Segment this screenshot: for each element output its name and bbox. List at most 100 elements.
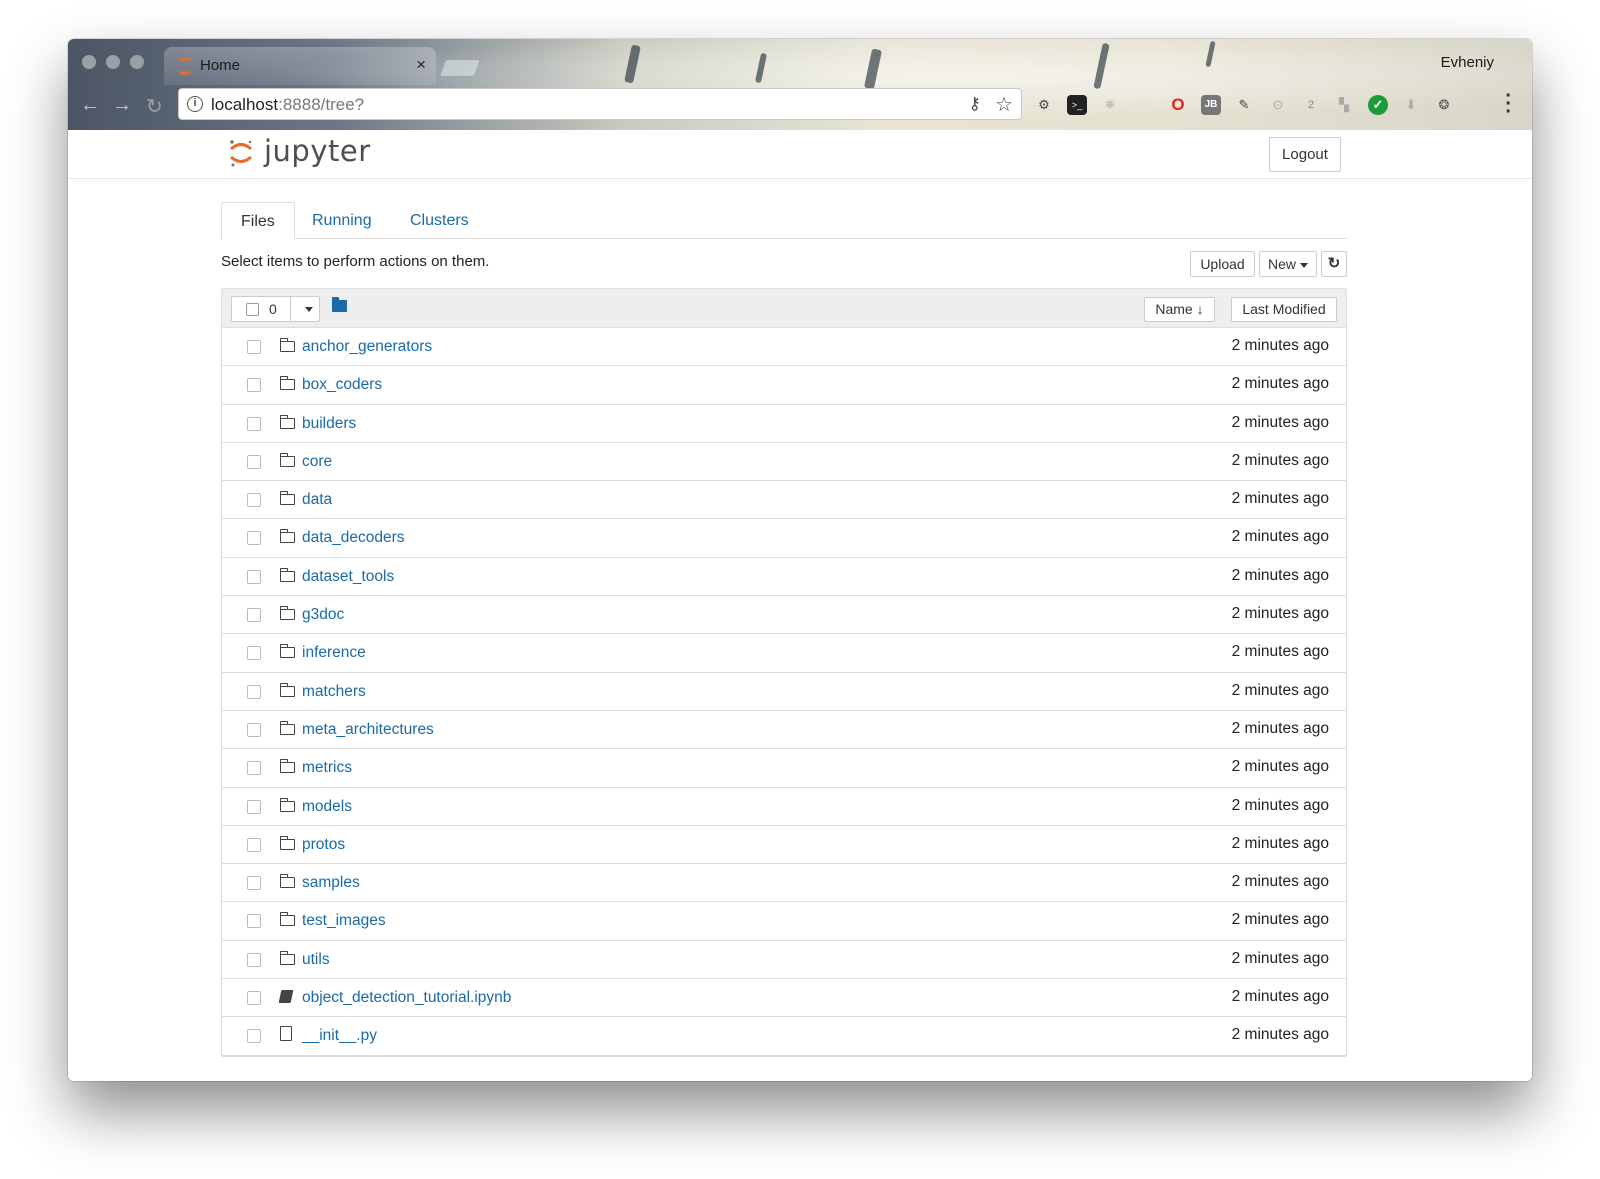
item-checkbox[interactable] xyxy=(247,876,261,891)
browser-tab-home[interactable]: Home × xyxy=(164,47,436,85)
list-item[interactable]: object_detection_tutorial.ipynb 2 minutes… xyxy=(222,979,1346,1018)
tab-running[interactable]: Running xyxy=(293,202,391,239)
item-checkbox[interactable] xyxy=(247,416,261,431)
list-item[interactable]: metrics 2 minutes ago xyxy=(222,749,1346,788)
list-item[interactable]: models 2 minutes ago xyxy=(222,788,1346,826)
list-item[interactable]: __init__.py 2 minutes ago xyxy=(222,1017,1346,1056)
forward-icon[interactable]: → xyxy=(112,94,132,117)
site-info-icon[interactable]: i xyxy=(187,96,203,112)
item-name-link[interactable]: box_coders xyxy=(302,376,382,394)
list-item[interactable]: dataset_tools 2 minutes ago xyxy=(222,558,1346,597)
gear-icon[interactable]: ⚙ xyxy=(1034,95,1054,115)
download-icon[interactable]: ⬇ xyxy=(1401,95,1421,115)
item-checkbox[interactable] xyxy=(247,991,261,1006)
cast-icon[interactable]: ▚ xyxy=(1334,95,1354,115)
item-name-link[interactable]: object_detection_tutorial.ipynb xyxy=(302,989,511,1007)
item-checkbox[interactable] xyxy=(247,340,261,354)
terminal-icon[interactable]: >_ xyxy=(1067,95,1087,115)
eyedropper-icon[interactable]: ✎ xyxy=(1234,95,1254,115)
react-icon[interactable]: ⚛ xyxy=(1100,95,1120,115)
list-item[interactable]: meta_architectures 2 minutes ago xyxy=(222,711,1346,750)
jb-icon[interactable]: JB xyxy=(1201,95,1221,115)
item-name-link[interactable]: data xyxy=(302,491,332,509)
tab-files[interactable]: Files xyxy=(221,202,295,240)
chevron-down-icon[interactable] xyxy=(305,307,313,312)
new-tab-button[interactable] xyxy=(438,59,482,77)
list-item[interactable]: inference 2 minutes ago xyxy=(222,634,1346,673)
back-icon[interactable]: ← xyxy=(80,94,100,117)
item-checkbox[interactable] xyxy=(247,1029,261,1044)
folder-home-icon[interactable] xyxy=(332,297,347,312)
tab-clusters[interactable]: Clusters xyxy=(391,202,488,239)
item-name-link[interactable]: builders xyxy=(302,415,356,433)
list-item[interactable]: samples 2 minutes ago xyxy=(222,864,1346,903)
item-name-link[interactable]: inference xyxy=(302,644,366,662)
counter-icon[interactable]: 2 xyxy=(1301,95,1321,115)
item-checkbox[interactable] xyxy=(247,952,261,967)
item-name-link[interactable]: data_decoders xyxy=(302,529,405,547)
item-name-link[interactable]: utils xyxy=(302,951,330,969)
chrome-menu-icon[interactable]: · · · xyxy=(1505,86,1512,122)
key-icon[interactable]: ⚷ xyxy=(969,94,981,114)
item-checkbox[interactable] xyxy=(247,722,261,737)
item-checkbox[interactable] xyxy=(247,646,261,661)
profile-name[interactable]: Evheniy xyxy=(1441,54,1494,71)
fingerprint-icon[interactable]: ❂ xyxy=(1434,95,1454,115)
refresh-button[interactable]: ↻ xyxy=(1321,251,1347,277)
list-item[interactable]: data_decoders 2 minutes ago xyxy=(222,519,1346,558)
tab-close-icon[interactable]: × xyxy=(416,55,426,75)
list-item[interactable]: anchor_generators 2 minutes ago xyxy=(222,328,1346,367)
item-name-link[interactable]: core xyxy=(302,453,332,471)
list-item[interactable]: g3doc 2 minutes ago xyxy=(222,596,1346,635)
item-checkbox[interactable] xyxy=(247,493,261,508)
select-all-checkbox[interactable] xyxy=(246,303,259,316)
list-item[interactable]: matchers 2 minutes ago xyxy=(222,673,1346,711)
window-close-button[interactable] xyxy=(82,55,96,69)
list-item[interactable]: test_images 2 minutes ago xyxy=(222,902,1346,941)
item-checkbox[interactable] xyxy=(247,761,261,776)
bookmark-star-icon[interactable]: ☆ xyxy=(995,92,1013,117)
item-name-link[interactable]: metrics xyxy=(302,759,352,777)
list-item[interactable]: protos 2 minutes ago xyxy=(222,826,1346,865)
item-name-link[interactable]: test_images xyxy=(302,912,386,930)
list-item[interactable]: builders 2 minutes ago xyxy=(222,405,1346,443)
logout-button[interactable]: Logout xyxy=(1269,137,1341,172)
item-checkbox[interactable] xyxy=(247,799,261,814)
list-item[interactable]: data 2 minutes ago xyxy=(222,481,1346,520)
sort-name-button[interactable]: Name ↓ xyxy=(1144,297,1215,322)
item-checkbox[interactable] xyxy=(247,684,261,699)
item-checkbox[interactable] xyxy=(247,569,261,584)
upload-button[interactable]: Upload xyxy=(1190,251,1255,277)
item-name-link[interactable]: matchers xyxy=(302,683,366,701)
window-minimize-button[interactable] xyxy=(106,55,120,69)
select-all-control[interactable]: 0 xyxy=(231,296,320,322)
sort-modified-button[interactable]: Last Modified xyxy=(1231,297,1337,322)
item-name-link[interactable]: meta_architectures xyxy=(302,721,434,739)
item-checkbox[interactable] xyxy=(247,454,261,469)
new-button[interactable]: New xyxy=(1259,251,1317,277)
item-name-link[interactable]: g3doc xyxy=(302,606,344,624)
item-checkbox[interactable] xyxy=(247,914,261,929)
code-icon[interactable]: ⊙ xyxy=(1268,95,1288,115)
item-checkbox[interactable] xyxy=(247,378,261,393)
list-item[interactable]: core 2 minutes ago xyxy=(222,443,1346,482)
list-item[interactable]: utils 2 minutes ago xyxy=(222,941,1346,980)
item-name-link[interactable]: __init__.py xyxy=(302,1027,377,1045)
item-name-link[interactable]: protos xyxy=(302,836,345,854)
url-text[interactable]: localhost:8888/tree? xyxy=(211,95,364,115)
window-zoom-button[interactable] xyxy=(130,55,144,69)
item-name-link[interactable]: anchor_generators xyxy=(302,338,432,356)
item-name-link[interactable]: dataset_tools xyxy=(302,568,394,586)
jupyter-logo-text[interactable]: jupyter xyxy=(264,134,371,168)
item-name-link[interactable]: models xyxy=(302,798,352,816)
check-icon[interactable]: ✓ xyxy=(1368,95,1388,115)
item-checkbox[interactable] xyxy=(247,531,261,546)
address-bar[interactable]: i localhost:8888/tree? ⚷ ☆ xyxy=(178,88,1022,120)
sync-icon[interactable]: ◌ xyxy=(1134,95,1154,115)
item-name-link[interactable]: samples xyxy=(302,874,360,892)
item-checkbox[interactable] xyxy=(247,608,261,623)
item-checkbox[interactable] xyxy=(247,837,261,852)
reload-icon[interactable]: ↻ xyxy=(146,94,163,119)
jupyter-logo-icon[interactable] xyxy=(228,138,254,168)
list-item[interactable]: box_coders 2 minutes ago xyxy=(222,366,1346,405)
